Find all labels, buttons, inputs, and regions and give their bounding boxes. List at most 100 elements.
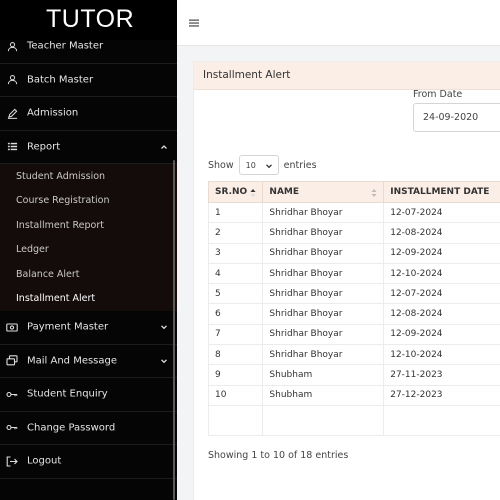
cell-name: Shridhar Bhoyar (262, 201, 385, 224)
submenu-item-student-admission[interactable]: Student Admission (0, 164, 177, 189)
sidebar-item-label: Student Enquiry (27, 388, 108, 400)
sidebar-item-admission[interactable]: Admission (0, 97, 177, 131)
table-row: 9 Shubham 27-11-2023 (207, 364, 500, 386)
installment-table: SR.NO NAME INSTALLMENT DATE 1 Shridhar B… (207, 181, 500, 436)
sidebar-menu: Teacher Master Batch Master Admission Re… (0, 30, 177, 479)
table-footer-row (207, 404, 500, 436)
cell-name: Shridhar Bhoyar (262, 303, 385, 325)
cell-date: 12-08-2024 (383, 222, 500, 244)
user-icon (6, 40, 18, 52)
sidebar-item-mail-and-message[interactable]: Mail And Message (0, 345, 177, 378)
top-bar (177, 0, 500, 46)
cell-name: Shridhar Bhoyar (262, 222, 385, 244)
submenu-item-installment-alert[interactable]: Installment Alert (0, 287, 177, 312)
cell-name: Shubham (262, 364, 385, 386)
column-header-label: SR.NO (215, 187, 248, 197)
cell-srno: 10 (207, 384, 264, 406)
windows-icon (6, 355, 18, 367)
hamburger-menu-icon[interactable] (188, 14, 200, 27)
table-row: 5 Shridhar Bhoyar 12-07-2024 (207, 283, 500, 305)
from-date-value: 24-09-2020 (423, 112, 479, 123)
cell-name: Shridhar Bhoyar (262, 242, 385, 264)
chevron-up-icon (160, 143, 168, 151)
cell-srno: 2 (207, 222, 264, 244)
installment-alert-card: Installment Alert From Date 24-09-2020 S… (193, 61, 500, 500)
card-title: Installment Alert (203, 69, 291, 81)
sidebar-item-label: Admission (27, 107, 79, 119)
edit-icon (6, 107, 18, 119)
cell-date: 12-07-2024 (383, 283, 500, 305)
cell-srno: 3 (207, 242, 264, 264)
logout-icon (6, 455, 18, 467)
column-header-name[interactable]: NAME (262, 181, 385, 203)
cell-date: 12-07-2024 (383, 201, 500, 224)
sidebar-item-label: Logout (27, 455, 62, 467)
cell-srno: 8 (207, 344, 264, 366)
table-row: 2 Shridhar Bhoyar 12-08-2024 (207, 222, 500, 244)
sidebar-item-label: Payment Master (27, 321, 109, 333)
sidebar-item-logout[interactable]: Logout (0, 445, 177, 479)
cell-date: 12-10-2024 (383, 262, 500, 285)
table-row: 10 Shubham 27-12-2023 (207, 384, 500, 406)
sidebar-item-label: Batch Master (27, 74, 94, 86)
sidebar-scrollbar[interactable] (173, 160, 175, 500)
cell-name: Shubham (262, 384, 385, 406)
show-label: Show (208, 159, 234, 171)
entries-select-value: 10 (245, 160, 256, 170)
chevron-down-icon (160, 357, 168, 365)
submenu-item-installment-report[interactable]: Installment Report (0, 213, 177, 238)
cell-date: 12-10-2024 (383, 344, 500, 366)
sidebar-item-label: Report (27, 141, 61, 153)
table-row: 4 Shridhar Bhoyar 12-10-2024 (207, 262, 500, 285)
card-header: Installment Alert (194, 62, 500, 90)
table-row: 3 Shridhar Bhoyar 12-09-2024 (207, 242, 500, 264)
cell-name: Shridhar Bhoyar (262, 262, 385, 285)
sort-icon (371, 188, 377, 198)
cell-name: Shridhar Bhoyar (262, 283, 385, 305)
cell-name: Shridhar Bhoyar (262, 344, 385, 366)
chevron-down-icon (265, 162, 273, 170)
chevron-down-icon (160, 323, 168, 331)
sidebar-item-batch-master[interactable]: Batch Master (0, 64, 177, 97)
table-row: 6 Shridhar Bhoyar 12-08-2024 (207, 303, 500, 325)
key-icon (6, 388, 18, 400)
table-header-row: SR.NO NAME INSTALLMENT DATE (207, 181, 500, 203)
submenu-item-balance-alert[interactable]: Balance Alert (0, 262, 177, 287)
cell-date: 12-09-2024 (383, 323, 500, 346)
sidebar-item-label: Teacher Master (27, 40, 104, 52)
submenu-item-ledger[interactable]: Ledger (0, 238, 177, 263)
column-header-installment-date[interactable]: INSTALLMENT DATE (383, 181, 500, 203)
brand-header: TUTOR (0, 0, 177, 40)
cell-srno: 7 (207, 323, 264, 346)
from-date-label: From Date (413, 89, 463, 100)
cell-name: Shridhar Bhoyar (262, 323, 385, 346)
sidebar-item-label: Mail And Message (27, 355, 118, 367)
list-icon (6, 141, 18, 153)
entries-select[interactable]: 10 (238, 155, 279, 175)
report-submenu: Student Admission Course Registration In… (0, 164, 177, 311)
table-row: 8 Shridhar Bhoyar 12-10-2024 (207, 344, 500, 366)
from-date-input[interactable]: 24-09-2020 (413, 103, 500, 132)
column-header-srno[interactable]: SR.NO (207, 181, 264, 203)
sidebar-item-payment-master[interactable]: Payment Master (0, 311, 177, 345)
user-icon (6, 74, 18, 86)
column-header-label: NAME (269, 187, 300, 197)
sort-asc-icon (250, 188, 256, 198)
cell-date: 12-09-2024 (383, 242, 500, 264)
sidebar-item-label: Change Password (27, 422, 116, 434)
cell-srno: 9 (207, 364, 264, 386)
submenu-item-course-registration[interactable]: Course Registration (0, 189, 177, 214)
cell-date: 27-11-2023 (383, 364, 500, 386)
sidebar-item-change-password[interactable]: Change Password (0, 412, 177, 445)
table-row: 7 Shridhar Bhoyar 12-09-2024 (207, 323, 500, 346)
cell-srno: 1 (207, 201, 264, 224)
sidebar-item-report[interactable]: Report (0, 131, 177, 164)
table-row: 1 Shridhar Bhoyar 12-07-2024 (207, 201, 500, 224)
cell-srno: 5 (207, 283, 264, 305)
money-icon (6, 321, 18, 333)
cell-date: 27-12-2023 (383, 384, 500, 406)
sidebar: Teacher Master Batch Master Admission Re… (0, 0, 177, 500)
brand-logo[interactable]: TUTOR (46, 5, 134, 34)
cell-srno: 6 (207, 303, 264, 325)
sidebar-item-student-enquiry[interactable]: Student Enquiry (0, 378, 177, 412)
